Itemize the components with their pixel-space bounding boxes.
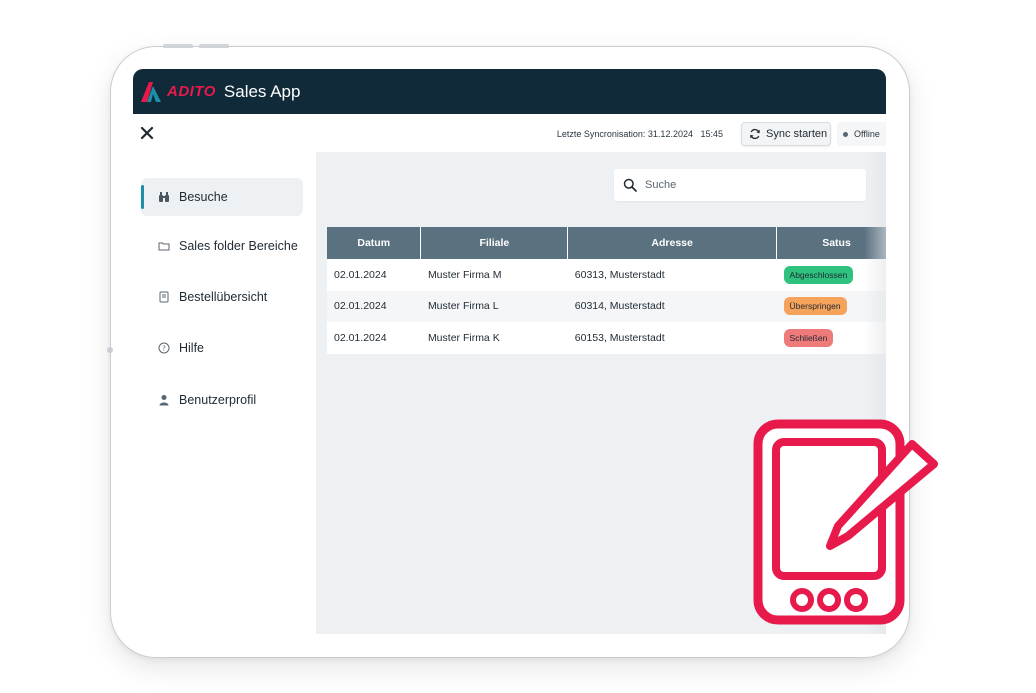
tablet-pen-icon xyxy=(753,419,938,625)
brand-logo-text: ADITO xyxy=(167,83,216,100)
sidebar-item-label: Benutzerprofil xyxy=(179,393,257,407)
svg-text:?: ? xyxy=(162,345,166,353)
tablet-button xyxy=(199,44,229,48)
status-badge: Abgeschlossen xyxy=(783,265,854,284)
tablet-camera xyxy=(107,347,113,353)
sidebar: Besuche Sales folder Bereiche Bestellübe… xyxy=(133,152,316,634)
status-dot-icon xyxy=(843,131,848,137)
connection-status-badge: Offline xyxy=(837,122,886,146)
cell-adresse: 60313, Musterstadt xyxy=(574,268,665,281)
sidebar-item-label: Bestellübersicht xyxy=(179,290,268,304)
cell-filiale: Muster Firma M xyxy=(427,268,502,281)
sidebar-item-sales-folder[interactable]: Sales folder Bereiche xyxy=(141,227,303,265)
sidebar-item-label: Hilfe xyxy=(179,341,205,355)
folder-icon xyxy=(158,240,170,252)
last-sync-info: Letzte Syncronisation: 31.12.2024 15:45 xyxy=(556,129,723,139)
column-header-datum[interactable]: Datum xyxy=(327,227,422,259)
sidebar-item-label: Sales folder Bereiche xyxy=(179,239,298,253)
column-header-filiale[interactable]: Filiale xyxy=(420,227,569,259)
cell-filiale: Muster Firma K xyxy=(427,331,500,344)
status-badge: Überspringen xyxy=(783,297,847,316)
refresh-icon xyxy=(750,128,760,140)
connection-status-label: Offline xyxy=(854,129,880,139)
sidebar-item-besuche[interactable]: Besuche xyxy=(141,178,303,216)
book-icon xyxy=(158,291,170,303)
cell-adresse: 60153, Musterstadt xyxy=(574,331,665,344)
adito-logo-icon xyxy=(141,81,161,102)
table-header-row: Datum Filiale Adresse Satus xyxy=(327,227,886,259)
close-icon[interactable] xyxy=(139,125,155,141)
sidebar-item-benutzerprofil[interactable]: Benutzerprofil xyxy=(141,381,303,419)
visits-table: Datum Filiale Adresse Satus 02.01.2024 M… xyxy=(327,227,886,354)
sidebar-item-label: Besuche xyxy=(179,190,228,204)
sync-start-button[interactable]: Sync starten xyxy=(741,122,831,146)
titlebar: ADITO Sales App xyxy=(133,69,886,114)
search-input[interactable] xyxy=(645,179,845,191)
cell-datum: 02.01.2024 xyxy=(327,290,421,322)
cell-filiale: Muster Firma L xyxy=(420,290,568,322)
cell-adresse: 60314, Musterstadt xyxy=(567,290,777,322)
user-icon xyxy=(158,394,170,406)
tablet-button xyxy=(163,44,193,48)
table-row[interactable]: 02.01.2024 Muster Firma M 60313, Musters… xyxy=(327,259,886,291)
help-circle-icon: ? xyxy=(158,342,170,354)
app-title: Sales App xyxy=(223,81,301,101)
status-badge: Schließen xyxy=(783,328,834,347)
sidebar-item-bestelluebersicht[interactable]: Bestellübersicht xyxy=(141,278,303,316)
cell-datum: 02.01.2024 xyxy=(334,331,387,344)
search-icon xyxy=(623,178,637,192)
sync-start-label: Sync starten xyxy=(766,128,828,140)
search-bar[interactable] xyxy=(614,169,866,201)
table-row[interactable]: 02.01.2024 Muster Firma K 60153, Musters… xyxy=(327,322,886,354)
cell-datum: 02.01.2024 xyxy=(334,268,387,281)
column-header-adresse[interactable]: Adresse xyxy=(567,227,778,259)
table-row[interactable]: 02.01.2024 Muster Firma L 60314, Musters… xyxy=(327,290,886,322)
binoculars-icon xyxy=(158,191,170,203)
sidebar-item-hilfe[interactable]: ? Hilfe xyxy=(141,329,303,367)
